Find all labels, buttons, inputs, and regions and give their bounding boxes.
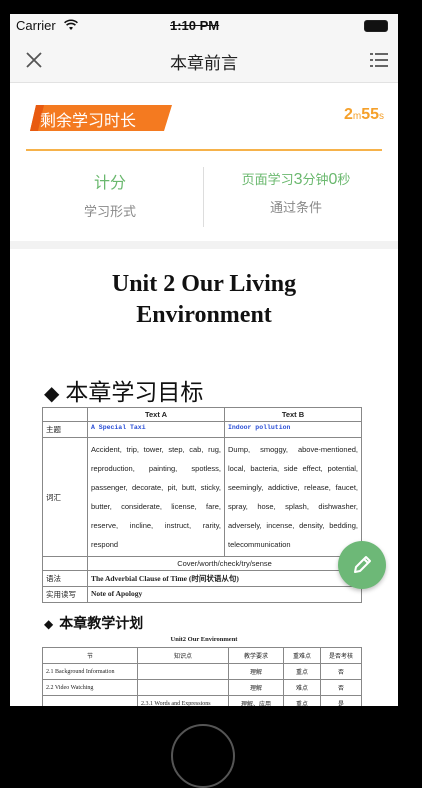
diamond-bullet-icon: ◆ bbox=[44, 383, 60, 405]
stat-divider bbox=[203, 167, 204, 227]
table-row: 2.2 Video Watching 理解 难点否 bbox=[42, 679, 362, 696]
pass-condition-value: 页面学习3分钟0秒 bbox=[241, 171, 351, 188]
plan-table-title: Unit2 Our Environment bbox=[170, 636, 238, 643]
pass-condition-label: 通过条件 bbox=[269, 200, 322, 215]
phone-screen: Carrier 1:10 PM 本章前言 剩余学习时长 2m55s 计分 学习形… bbox=[10, 14, 398, 706]
page-title: 本章前言 bbox=[170, 54, 238, 73]
scoring-stat: 计分 学习形式 bbox=[20, 169, 200, 220]
status-time: 1:10 PM bbox=[170, 18, 220, 33]
scoring-label: 学习形式 bbox=[83, 204, 136, 219]
home-button[interactable] bbox=[171, 724, 235, 788]
unit-title: Unit 2 Our Living Environment bbox=[111, 271, 297, 328]
scoring-value: 计分 bbox=[93, 175, 126, 192]
diamond-bullet-icon: ◆ bbox=[44, 617, 54, 631]
divider bbox=[26, 149, 382, 151]
section-separator bbox=[10, 241, 398, 249]
table-row: 2.1 Background Information 理解 重点否 bbox=[42, 663, 362, 680]
remaining-time: 2m55s bbox=[343, 106, 384, 123]
timer-label: 剩余学习时长 bbox=[40, 113, 137, 130]
teaching-plan-table: 节 知识点 教学要求 重难点 是否考核 2.1 Background Infor… bbox=[42, 647, 362, 706]
carrier-label: Carrier bbox=[16, 18, 56, 33]
learning-goals-heading: ◆ 本章学习目标 bbox=[44, 379, 204, 405]
wifi-icon bbox=[64, 19, 78, 30]
nav-bar: 本章前言 bbox=[10, 38, 398, 83]
battery-icon bbox=[364, 20, 388, 32]
status-bar: Carrier 1:10 PM bbox=[10, 14, 398, 38]
learning-goals-table: Text A Text B 主题 A Special Taxi Indoor po… bbox=[42, 407, 362, 603]
pass-condition-stat: 页面学习3分钟0秒 通过条件 bbox=[206, 169, 386, 216]
table-row: 2.3.1 Words and Expressions 理解、应用 重点是 bbox=[42, 695, 362, 706]
pencil-icon bbox=[354, 556, 371, 573]
teaching-plan-heading: ◆ 本章教学计划 bbox=[44, 615, 144, 631]
chapter-content[interactable]: 剩余学习时长 2m55s 计分 学习形式 页面学习3分钟0秒 通过条件 Unit… bbox=[10, 83, 398, 706]
edit-note-button[interactable] bbox=[338, 541, 386, 589]
list-menu-icon[interactable] bbox=[370, 52, 388, 68]
